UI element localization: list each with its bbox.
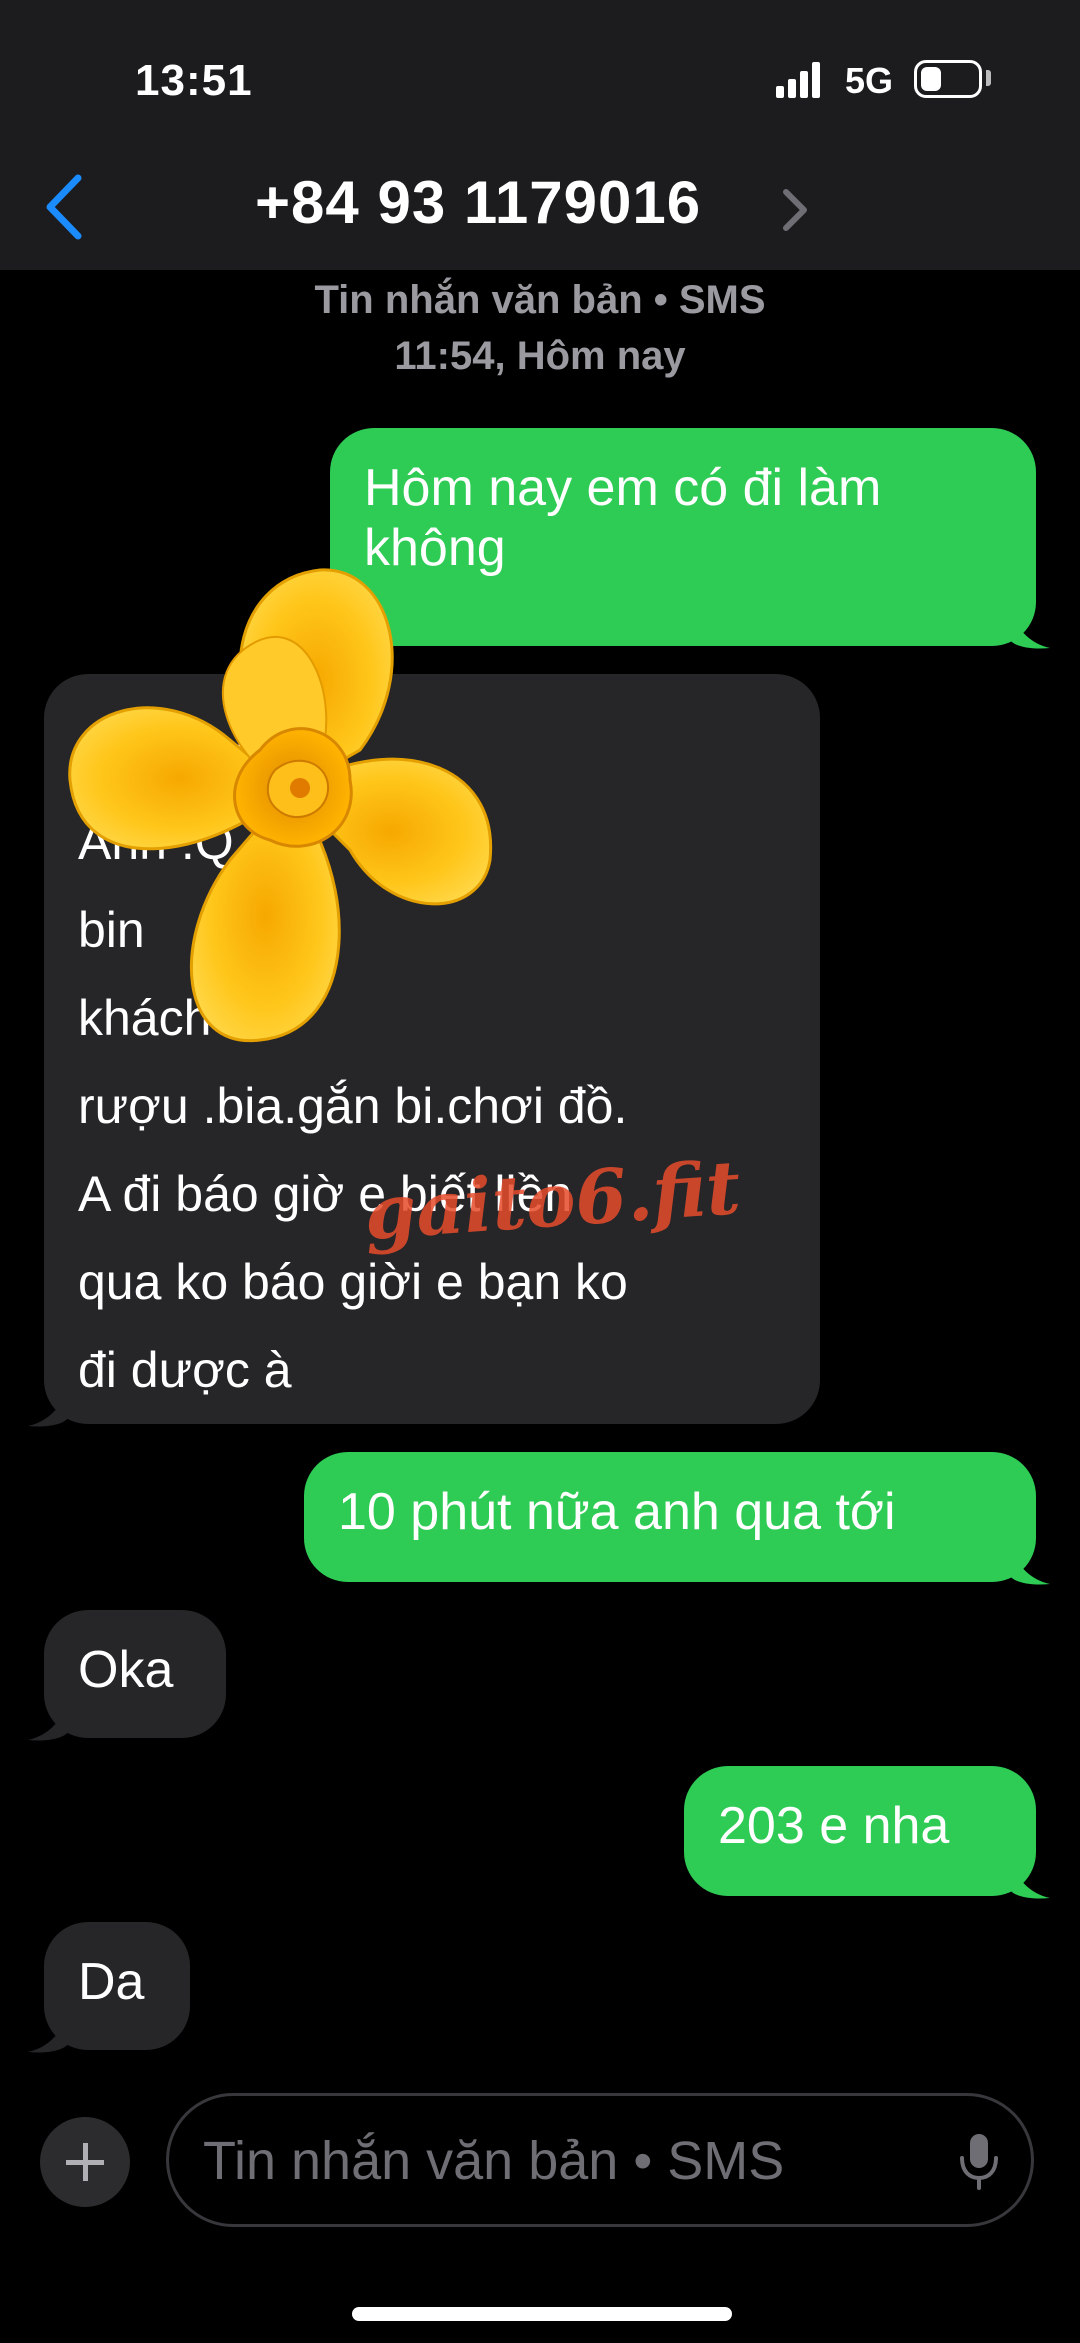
thread-type: Tin nhắn văn bản • SMS: [314, 278, 766, 322]
bubble-tail: [28, 1702, 68, 1741]
microphone-icon[interactable]: [959, 2132, 999, 2192]
network-type: 5G: [845, 60, 894, 101]
chevron-left-icon[interactable]: [40, 172, 90, 242]
header: 13:51 5G +84 93 1179016: [0, 0, 1080, 270]
battery-icon: [914, 60, 982, 98]
home-indicator[interactable]: [352, 2307, 732, 2321]
message-bubble-outgoing[interactable]: 203 e nha: [684, 1766, 1036, 1896]
message-text: Da: [78, 1953, 145, 2011]
message-text: 10 phút nữa anh qua tới: [338, 1483, 896, 1541]
bubble-tail: [1010, 1860, 1050, 1899]
message-bubble-incoming[interactable]: Oka: [44, 1610, 226, 1738]
message-input[interactable]: [203, 2128, 903, 2194]
chevron-right-icon[interactable]: [780, 186, 810, 234]
plus-icon[interactable]: [40, 2117, 130, 2207]
contact-name[interactable]: +84 93 1179016: [255, 168, 701, 237]
message-text: 203 e nha: [718, 1797, 950, 1855]
bubble-tail: [1010, 610, 1050, 649]
flower-sticker: [68, 568, 493, 1043]
bubble-tail: [28, 2014, 68, 2053]
signal-icon: [776, 62, 820, 98]
thread-timestamp: 11:54, Hôm nay: [394, 334, 686, 378]
message-bubble-outgoing[interactable]: 10 phút nữa anh qua tới: [304, 1452, 1036, 1582]
battery-level: [921, 67, 941, 91]
bubble-tail: [28, 1388, 68, 1427]
compose-field[interactable]: [166, 2093, 1034, 2227]
battery-tip: [986, 70, 991, 86]
bubble-tail: [1010, 1546, 1050, 1585]
messages-screen: 13:51 5G +84 93 1179016 Tin nhắn văn bản…: [0, 0, 1080, 2343]
status-time: 13:51: [135, 56, 253, 105]
message-text: Oka: [78, 1641, 174, 1699]
